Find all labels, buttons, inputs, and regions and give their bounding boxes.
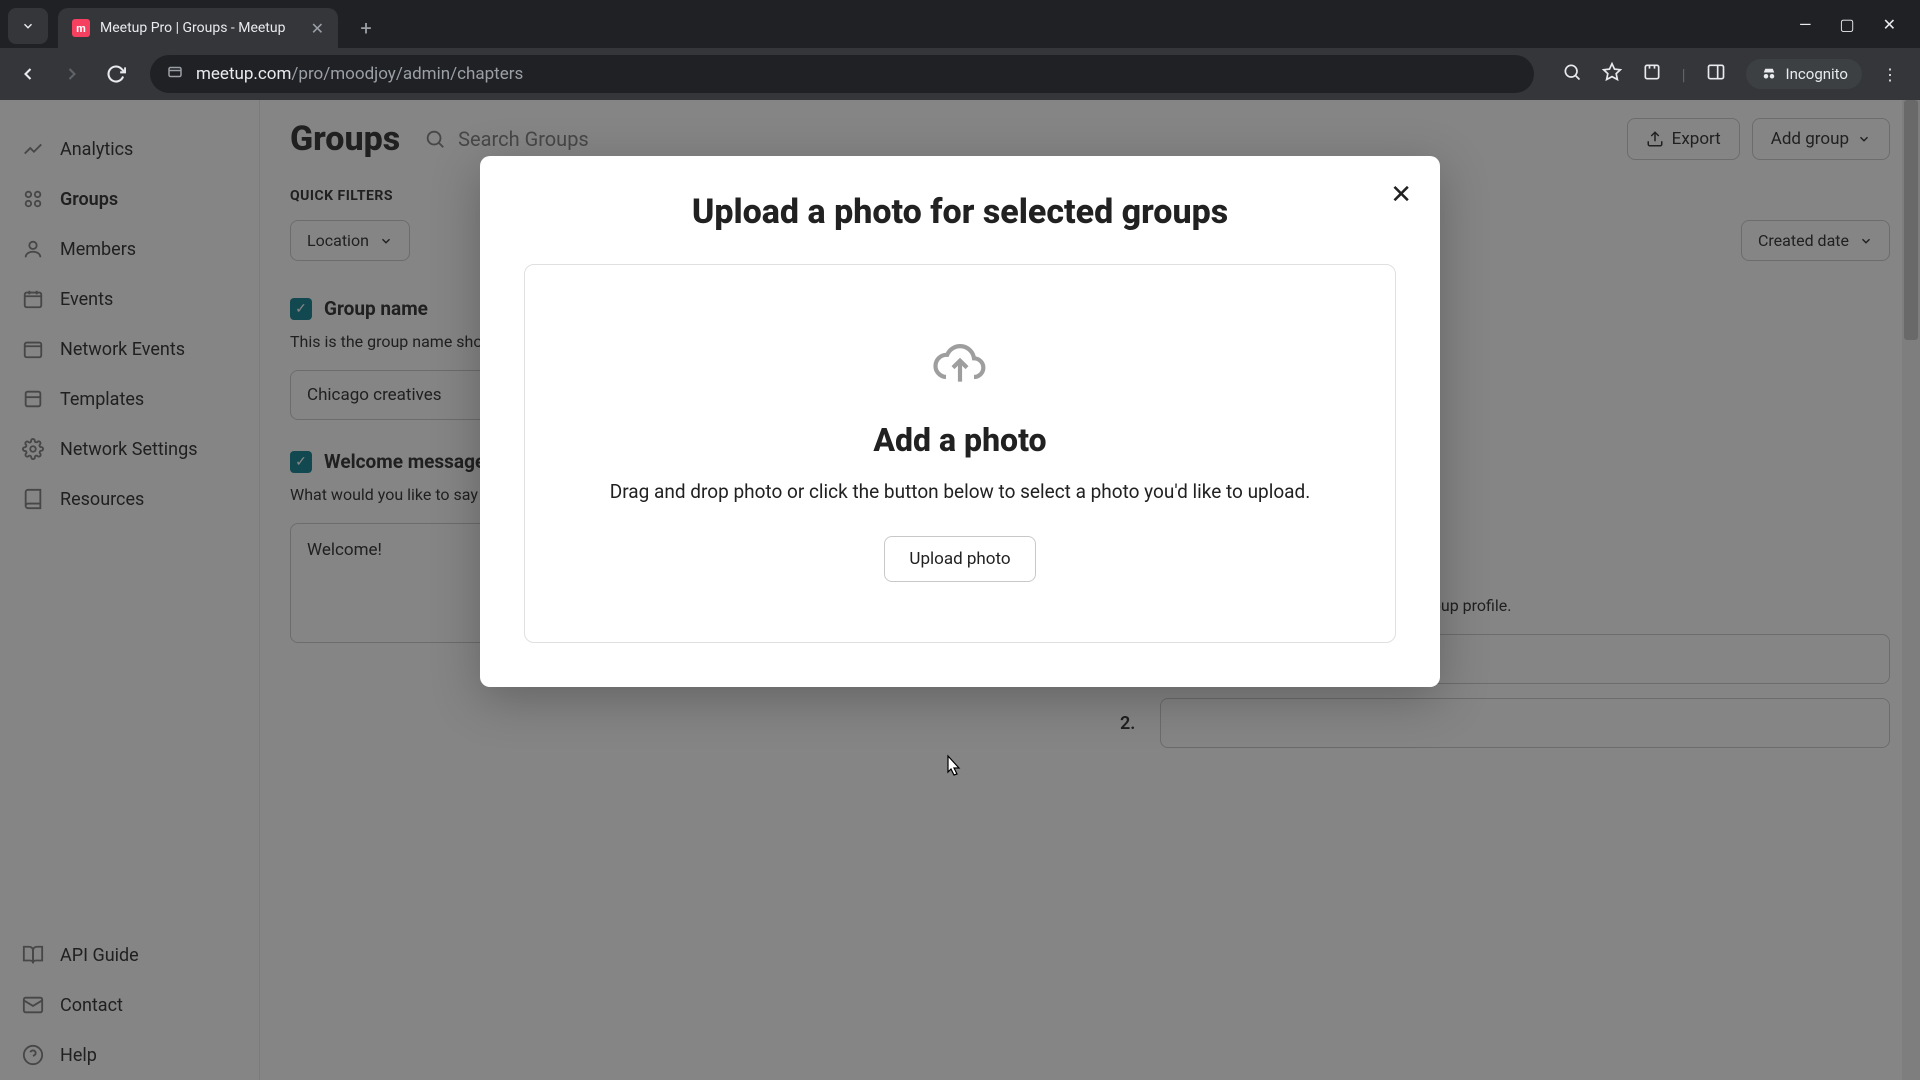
favicon-icon: m	[72, 19, 90, 37]
browser-menu-icon[interactable]: ⋮	[1882, 65, 1898, 84]
new-tab-button[interactable]: +	[350, 12, 382, 44]
incognito-icon	[1760, 65, 1778, 83]
close-window-icon[interactable]: ✕	[1883, 15, 1896, 34]
minimize-icon[interactable]: —	[1799, 15, 1812, 34]
upload-photo-button[interactable]: Upload photo	[884, 536, 1035, 582]
dropzone-title: Add a photo	[565, 421, 1355, 459]
modal-title: Upload a photo for selected groups	[524, 192, 1396, 232]
upload-photo-modal: ✕ Upload a photo for selected groups Add…	[480, 156, 1440, 687]
tab-strip: m Meetup Pro | Groups - Meetup ✕ + — ▢ ✕	[0, 0, 1920, 48]
url-text: meetup.com/pro/moodjoy/admin/chapters	[196, 64, 523, 84]
address-bar[interactable]: meetup.com/pro/moodjoy/admin/chapters	[150, 55, 1534, 93]
browser-tab[interactable]: m Meetup Pro | Groups - Meetup ✕	[58, 8, 338, 48]
tab-title: Meetup Pro | Groups - Meetup	[100, 20, 301, 36]
forward-button[interactable]	[54, 56, 90, 92]
cloud-upload-icon	[932, 335, 988, 391]
modal-overlay: ✕ Upload a photo for selected groups Add…	[0, 100, 1920, 1080]
dropzone[interactable]: Add a photo Drag and drop photo or click…	[524, 264, 1396, 643]
bookmark-icon[interactable]	[1602, 62, 1622, 86]
back-button[interactable]	[10, 56, 46, 92]
window-controls: — ▢ ✕	[1799, 0, 1920, 48]
site-info-icon[interactable]	[166, 63, 184, 85]
tab-search-button[interactable]	[8, 8, 48, 44]
reload-button[interactable]	[98, 56, 134, 92]
extensions-icon[interactable]	[1642, 62, 1662, 86]
side-panel-icon[interactable]	[1706, 62, 1726, 86]
maximize-icon[interactable]: ▢	[1839, 15, 1854, 34]
dropzone-desc: Drag and drop photo or click the button …	[570, 477, 1350, 506]
tab-close-icon[interactable]: ✕	[311, 19, 324, 38]
zoom-search-icon[interactable]	[1562, 62, 1582, 86]
browser-toolbar: meetup.com/pro/moodjoy/admin/chapters | …	[0, 48, 1920, 100]
incognito-badge[interactable]: Incognito	[1746, 59, 1862, 89]
modal-close-button[interactable]: ✕	[1390, 180, 1412, 210]
